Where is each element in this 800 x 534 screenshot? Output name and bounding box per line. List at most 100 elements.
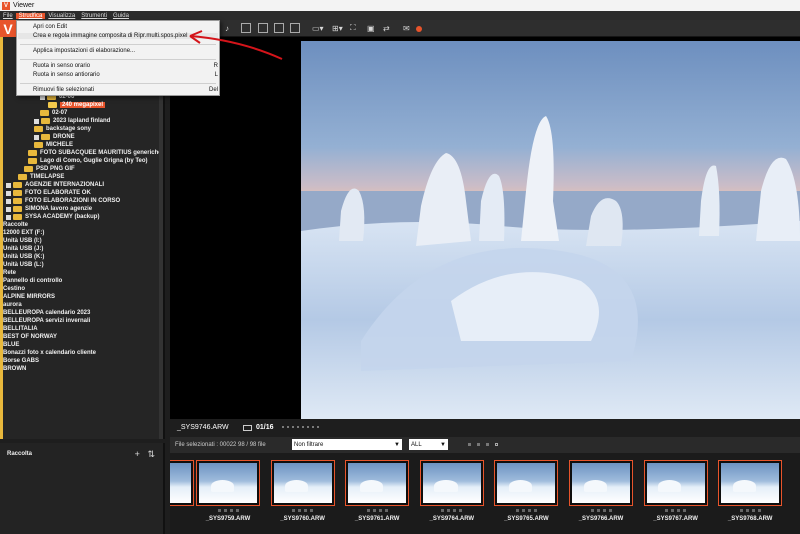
tree-item[interactable]: TIMELAPSE xyxy=(18,173,64,181)
thumbnail-labels xyxy=(718,509,782,512)
thumbnail[interactable] xyxy=(718,460,783,506)
expand-toggle-icon[interactable] xyxy=(34,118,39,124)
tree-item[interactable]: BELLITALIA xyxy=(3,325,38,333)
menu-visualizza[interactable]: Visualizza xyxy=(45,13,78,19)
tree-item[interactable]: BROWN xyxy=(3,365,26,373)
tree-item[interactable]: BEST OF NORWAY xyxy=(3,333,57,341)
expand-toggle-icon[interactable] xyxy=(6,214,11,220)
rating-dropdown[interactable]: ALL ▼ xyxy=(409,439,448,450)
expand-toggle-icon[interactable] xyxy=(6,182,11,188)
tree-item[interactable]: 240 megapixel xyxy=(48,101,106,109)
tree-item[interactable]: Borse GABS xyxy=(3,357,39,365)
collection-panel: Raccolta + ⇅ xyxy=(0,443,165,534)
tree-item[interactable]: BELLEUROPA servizi invernali xyxy=(3,317,90,325)
sort-collection-icon[interactable]: ⇅ xyxy=(147,449,155,459)
thumbnail[interactable] xyxy=(643,460,708,506)
collection-title: Raccolta xyxy=(7,451,33,457)
tree-item[interactable]: 2023 lapland finland xyxy=(34,117,110,125)
tree-item[interactable]: PSD PNG GIF xyxy=(24,165,75,173)
thumbnail[interactable] xyxy=(419,460,484,506)
title-bar: V Viewer xyxy=(0,0,800,11)
transfer-icon[interactable]: ⇄ xyxy=(383,23,390,33)
tree-item[interactable]: SYSA ACADEMY (backup) xyxy=(6,213,99,221)
tree-item-label: Pannello di controllo xyxy=(3,278,63,284)
chevron-down-icon: ▼ xyxy=(394,441,400,448)
menu-studio[interactable]: Strudfica xyxy=(15,12,46,19)
annotation-arrow-icon xyxy=(189,30,283,60)
tree-item[interactable]: DRONE xyxy=(34,133,75,141)
tree-item[interactable]: Bonazzi foto x calendario cliente xyxy=(3,349,96,357)
tree-item[interactable]: Cestino xyxy=(3,285,25,293)
tree-item-label: SYSA ACADEMY (backup) xyxy=(25,214,100,220)
tree-scrollbar[interactable] xyxy=(159,37,163,439)
tree-item[interactable]: Rete xyxy=(3,269,16,277)
tree-item[interactable]: 12000 EXT (F:) xyxy=(3,229,44,237)
menu-file[interactable]: File xyxy=(0,13,16,19)
view-multi-icon[interactable] xyxy=(290,23,300,33)
menu-remove-selected[interactable]: Rimuovi file selezionati Del xyxy=(33,87,218,93)
tree-item[interactable]: FOTO ELABORAZIONI IN CORSO xyxy=(6,197,120,205)
tree-item[interactable]: SIMONA lavoro agenzie xyxy=(6,205,92,213)
menu-strumenti[interactable]: Strumenti xyxy=(78,13,110,19)
tree-item[interactable]: Unità USB (I:) xyxy=(3,237,42,245)
tree-item[interactable]: Pannello di controllo xyxy=(3,277,62,285)
thumbnail[interactable] xyxy=(494,460,559,506)
tree-item[interactable]: AGENZIE INTERNAZIONALI xyxy=(6,181,104,189)
tree-item[interactable]: backstage sony xyxy=(34,125,91,133)
fullscreen-icon[interactable]: ⛶ xyxy=(350,23,356,33)
tree-item-label: Cestino xyxy=(3,286,26,292)
tree-item-label: Unità USB (J:) xyxy=(3,246,44,252)
thumbnail[interactable] xyxy=(270,460,335,506)
tree-item-label: BEST OF NORWAY xyxy=(3,334,58,340)
tree-item-label: FOTO SUBACQUEE MAURITIUS generiche xyxy=(40,150,162,156)
filmstrip: _SYS9759.ARW _SYS9760.ARW _SYS9761.ARW _SYS… xyxy=(170,453,800,534)
record-icon[interactable] xyxy=(416,26,422,32)
mail-icon[interactable]: ✉ xyxy=(403,23,410,33)
menu-guida[interactable]: Guida xyxy=(110,13,132,19)
folder-icon xyxy=(41,118,50,124)
thumbnail-image xyxy=(721,463,780,503)
tree-item[interactable]: ALPINE MIRRORS xyxy=(3,293,55,301)
tree-item[interactable]: 02-07 xyxy=(40,109,67,117)
selection-count: File selezionati : 00022 98 / 98 file xyxy=(175,442,266,448)
tree-item-label: BELLEUROPA servizi invernali xyxy=(3,318,91,324)
folder-icon xyxy=(13,206,22,212)
image-preview[interactable] xyxy=(170,37,800,419)
tree-item[interactable]: Unità USB (K:) xyxy=(3,253,44,261)
expand-toggle-icon[interactable] xyxy=(6,190,11,196)
thumbnail[interactable] xyxy=(345,460,410,506)
expand-toggle-icon[interactable] xyxy=(34,134,39,140)
menu-rotate-cw[interactable]: Ruota in senso orario R xyxy=(33,63,218,69)
tree-item[interactable]: BELLEUROPA calendario 2023 xyxy=(3,309,90,317)
display-mode-icon[interactable]: ▭▾ xyxy=(312,23,324,33)
thumbnail-image xyxy=(646,463,705,503)
thumbnail-labels xyxy=(569,509,633,512)
layout-icon[interactable]: ⊞▾ xyxy=(332,23,343,33)
folder-icon xyxy=(34,142,43,148)
image-icon[interactable]: ▣ xyxy=(367,23,375,33)
tree-item-label: Bonazzi foto x calendario cliente xyxy=(3,350,97,356)
tree-item[interactable]: BLUE xyxy=(3,341,19,349)
folder-icon xyxy=(40,110,49,116)
tree-item[interactable]: aurora xyxy=(3,301,22,309)
expand-toggle-icon[interactable] xyxy=(6,206,11,212)
thumbnail-filename: _SYS9761.ARW xyxy=(354,516,400,522)
thumbnail[interactable] xyxy=(196,460,260,506)
add-collection-icon[interactable]: + xyxy=(135,449,140,459)
expand-toggle-icon[interactable] xyxy=(6,198,11,204)
tree-item[interactable]: Unità USB (J:) xyxy=(3,245,43,253)
thumbnail-partial[interactable] xyxy=(170,460,194,506)
folder-icon xyxy=(18,174,27,180)
menu-rotate-ccw[interactable]: Ruota in senso antiorario L xyxy=(33,72,218,78)
tree-item[interactable]: Unità USB (L:) xyxy=(3,261,44,269)
tree-item[interactable]: FOTO SUBACQUEE MAURITIUS generiche xyxy=(28,149,162,157)
filter-dropdown[interactable]: Non filtrare ▼ xyxy=(292,439,402,450)
tree-item[interactable]: Raccolte xyxy=(3,221,28,229)
folder-icon xyxy=(34,126,43,132)
tree-item[interactable]: MICHELE xyxy=(34,141,73,149)
tree-item[interactable]: FOTO ELABORATE OK xyxy=(6,189,91,197)
color-label-filters[interactable] xyxy=(468,443,498,446)
tree-item-label: BELLEUROPA calendario 2023 xyxy=(3,310,91,316)
thumbnail[interactable] xyxy=(569,460,633,506)
tree-item[interactable]: Lago di Como, Guglie Grigna (by Teo) xyxy=(28,157,148,165)
